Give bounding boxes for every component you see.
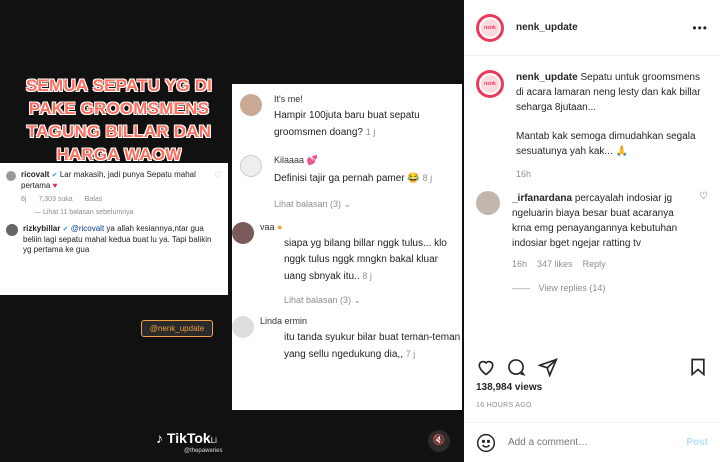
comment-icon[interactable] xyxy=(506,357,526,377)
watermark-label: @nenk_update xyxy=(141,320,213,337)
comment-likes: 7,303 suka xyxy=(38,196,73,203)
comment-text: itu tanda syukur bilar buat teman-teman … xyxy=(284,332,461,360)
heart-icon: ♥ xyxy=(52,181,58,190)
tiktok-username: @thepaweries xyxy=(184,448,223,454)
comment-time: 8 j xyxy=(422,173,433,183)
heart-emoji-icon: 💕 xyxy=(306,155,318,165)
comment-username: rizkybillar xyxy=(23,224,61,233)
caption-text-extra: Mantab kak semoga dimudahkan segala sesu… xyxy=(516,131,696,157)
comment-username[interactable]: _irfanardana xyxy=(512,193,572,204)
view-replies-button[interactable]: View replies (14) xyxy=(539,283,606,293)
mute-icon[interactable]: 🔇 xyxy=(428,430,450,452)
comment-mention: @ricovalt xyxy=(70,224,105,233)
view-previous-replies: Lihat 11 balasan sebelumnya xyxy=(42,209,134,216)
chevron-down-icon: ⌄ xyxy=(343,199,352,209)
caption-username[interactable]: nenk_update xyxy=(516,72,578,83)
comment-text: Hampir 100juta baru buat sepatu groomsme… xyxy=(274,110,420,138)
post-header: nenk nenk_update ••• xyxy=(464,0,720,56)
comment-likes[interactable]: 347 likes xyxy=(537,259,573,269)
comment-username: Kilaaaa xyxy=(274,155,305,165)
comment-time: 1 j xyxy=(365,127,376,137)
avatar xyxy=(6,224,18,236)
add-comment-bar: Post xyxy=(464,422,720,462)
comment-time: 16h xyxy=(512,259,528,269)
like-icon[interactable] xyxy=(476,357,496,377)
share-icon[interactable] xyxy=(538,357,558,377)
avatar xyxy=(232,222,254,244)
comment-time: 7 j xyxy=(405,349,416,359)
comment-reply-link: Balas xyxy=(84,196,103,203)
avatar xyxy=(232,316,254,338)
comment-text: Definisi tajir ga pernah pamer xyxy=(274,173,405,184)
comment-username: ricovalt xyxy=(21,170,50,179)
caption-block: nenk nenk_update Sepatu untuk groomsmens… xyxy=(464,56,720,179)
screenshot-comment-card-left: ricovalt ✔ Lar makasih, jadi punya Sepat… xyxy=(0,163,228,295)
avatar[interactable]: nenk xyxy=(476,70,504,98)
screenshot-comment-card-right: It's me! Hampir 100juta baru buat sepatu… xyxy=(232,84,462,410)
emoji-icon[interactable] xyxy=(476,433,496,453)
post-media[interactable]: SEMUA SEPATU YG DI PAKE GROOMSMENS TAGUN… xyxy=(0,0,464,462)
avatar[interactable] xyxy=(476,191,500,215)
avatar[interactable]: nenk xyxy=(476,13,504,42)
bookmark-icon[interactable] xyxy=(688,357,708,377)
comment-username: Linda ermin xyxy=(260,316,308,326)
heart-outline-icon: ♡ xyxy=(213,170,222,180)
comment-time: 8 j xyxy=(362,271,372,281)
comment-username: It's me! xyxy=(274,94,303,104)
post-sidebar: nenk nenk_update ••• nenk nenk_update Se… xyxy=(464,0,720,462)
comment-time: 8j xyxy=(21,196,27,203)
chevron-down-icon: ⌄ xyxy=(353,295,362,305)
action-bar xyxy=(476,355,708,379)
view-replies-link: Lihat balasan (3) xyxy=(274,199,342,209)
reply-button[interactable]: Reply xyxy=(583,259,606,269)
view-replies-link: Lihat balasan (3) xyxy=(284,295,352,305)
comment-block: _irfanardana percayalah indosiar jg ngel… xyxy=(464,179,720,293)
peach-emoji-icon: ● xyxy=(277,222,283,232)
post-date: 16 HOURS AGO xyxy=(476,402,532,409)
caption-time: 16h xyxy=(516,169,532,179)
header-username[interactable]: nenk_update xyxy=(516,22,578,33)
laughing-emoji-icon: 😂 xyxy=(407,173,420,184)
more-options-icon[interactable]: ••• xyxy=(692,21,708,35)
verified-icon: ✔ xyxy=(51,172,58,179)
tiktok-logo: ♪ TikTokLi xyxy=(156,430,217,446)
post-comment-button[interactable]: Post xyxy=(686,437,708,448)
avatar xyxy=(240,94,262,116)
tiktok-note-icon: ♪ xyxy=(156,430,163,446)
comment-input[interactable] xyxy=(508,437,687,448)
comment-username: vaa xyxy=(260,222,275,232)
avatar xyxy=(240,155,262,177)
verified-icon: ✔ xyxy=(62,226,69,233)
heart-outline-icon[interactable]: ♡ xyxy=(699,191,708,202)
view-count[interactable]: 138,984 views xyxy=(476,382,542,393)
avatar xyxy=(6,171,16,181)
video-banner-text: SEMUA SEPATU YG DI PAKE GROOMSMENS TAGUN… xyxy=(25,76,213,164)
